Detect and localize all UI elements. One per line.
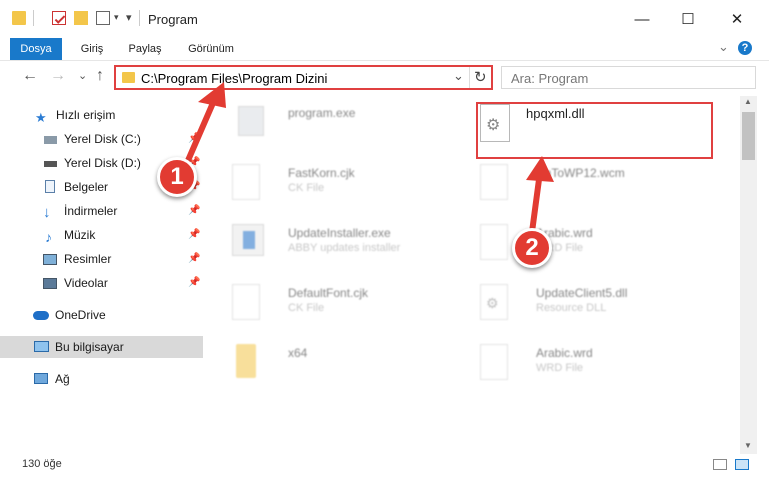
arrow-1-head: [198, 82, 226, 108]
callout-2: 2: [512, 228, 552, 268]
callout-1: 1: [157, 157, 197, 197]
arrow-2-shaft: [529, 169, 543, 235]
arrow-2-head: [526, 156, 554, 182]
annotation-arrows: [180, 82, 554, 235]
